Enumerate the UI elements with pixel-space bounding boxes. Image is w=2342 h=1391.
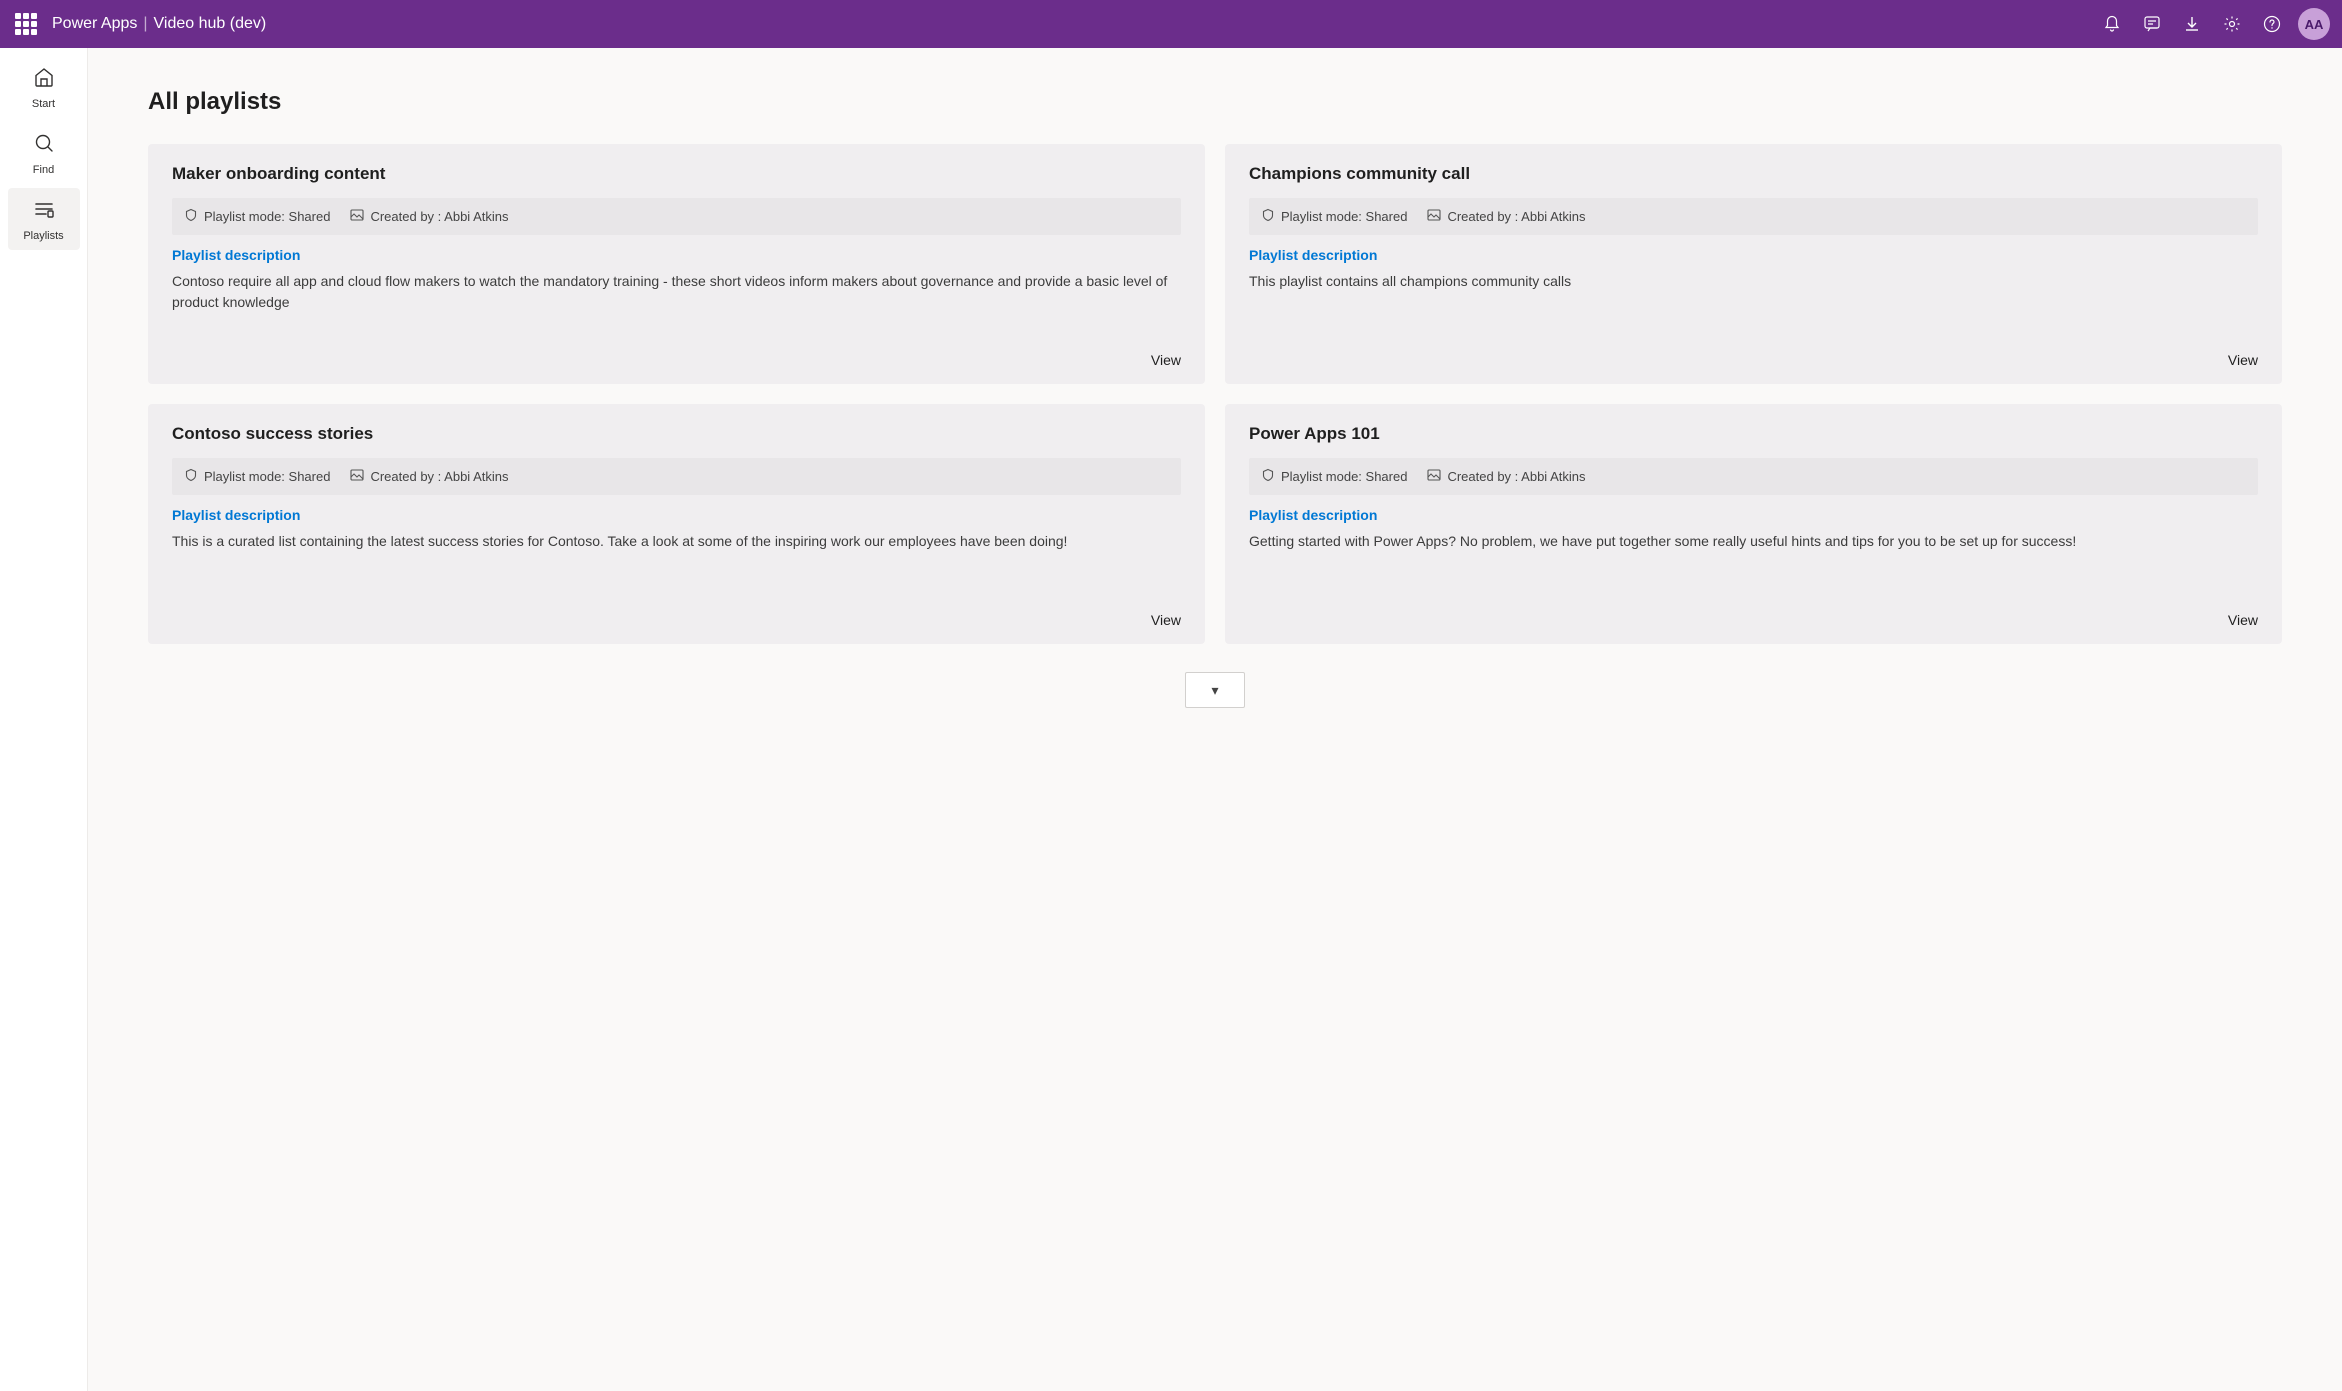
view-link-3[interactable]: View [1151,600,1181,628]
playlist-meta-2: Playlist mode: Shared Created by : Abbi … [1249,198,2258,235]
bottom-chevron-bar: ▾ [148,664,2282,716]
image-icon-3 [350,468,364,485]
playlist-desc-text-3: This is a curated list containing the la… [172,531,1181,600]
topbar: Power Apps | Video hub (dev) [0,0,2342,48]
app-name: Power Apps [52,15,137,33]
view-link-2[interactable]: View [2228,340,2258,368]
playlist-title-1: Maker onboarding content [172,164,1181,184]
view-link-4[interactable]: View [2228,600,2258,628]
playlist-creator-3: Created by : Abbi Atkins [350,468,508,485]
sidebar-label-start: Start [32,98,55,110]
sidebar: Start Find Playlists [0,48,88,1391]
playlist-mode-4: Playlist mode: Shared [1261,468,1407,485]
sidebar-item-start[interactable]: Start [8,56,80,118]
help-icon-btn[interactable] [2254,6,2290,42]
playlist-title-4: Power Apps 101 [1249,424,2258,444]
waffle-menu[interactable] [12,10,40,38]
sidebar-item-playlists[interactable]: Playlists [8,188,80,250]
app-title: Power Apps | Video hub (dev) [52,15,266,33]
image-icon-1 [350,208,364,225]
content-area: All playlists Maker onboarding content P… [88,48,2342,1391]
playlist-meta-3: Playlist mode: Shared Created by : Abbi … [172,458,1181,495]
search-icon [33,132,55,160]
playlist-mode-2: Playlist mode: Shared [1261,208,1407,225]
home-icon [33,66,55,94]
shield-icon-2 [1261,208,1275,225]
playlist-card-maker-onboarding: Maker onboarding content Playlist mode: … [148,144,1205,384]
image-icon-4 [1427,468,1441,485]
feedback-icon-btn[interactable] [2134,6,2170,42]
notification-icon [2103,15,2121,33]
playlist-desc-label-3[interactable]: Playlist description [172,507,1181,523]
avatar[interactable]: AA [2298,8,2330,40]
notification-icon-btn[interactable] [2094,6,2130,42]
playlist-creator-1: Created by : Abbi Atkins [350,208,508,225]
playlist-mode-1: Playlist mode: Shared [184,208,330,225]
playlist-creator-2: Created by : Abbi Atkins [1427,208,1585,225]
playlist-mode-3: Playlist mode: Shared [184,468,330,485]
avatar-initials: AA [2305,17,2324,32]
image-icon-2 [1427,208,1441,225]
playlist-desc-label-4[interactable]: Playlist description [1249,507,2258,523]
playlist-creator-4: Created by : Abbi Atkins [1427,468,1585,485]
playlist-meta-4: Playlist mode: Shared Created by : Abbi … [1249,458,2258,495]
playlists-grid: Maker onboarding content Playlist mode: … [148,144,2282,644]
app-subtitle: Video hub (dev) [154,15,267,33]
view-link-1[interactable]: View [1151,340,1181,368]
playlist-card-champions: Champions community call Playlist mode: … [1225,144,2282,384]
download-icon-btn[interactable] [2174,6,2210,42]
shield-icon-1 [184,208,198,225]
playlist-desc-text-1: Contoso require all app and cloud flow m… [172,271,1181,340]
playlist-card-powerapps101: Power Apps 101 Playlist mode: Shared Cre… [1225,404,2282,644]
sidebar-label-playlists: Playlists [23,230,63,242]
page-title: All playlists [148,88,2282,116]
playlist-desc-label-1[interactable]: Playlist description [172,247,1181,263]
playlist-desc-label-2[interactable]: Playlist description [1249,247,2258,263]
download-icon [2183,15,2201,33]
sidebar-label-find: Find [33,164,54,176]
scroll-down-button[interactable]: ▾ [1185,672,1245,708]
playlist-desc-text-2: This playlist contains all champions com… [1249,271,2258,340]
shield-icon-4 [1261,468,1275,485]
title-separator: | [143,15,147,33]
topbar-actions: AA [2094,6,2330,42]
sidebar-item-find[interactable]: Find [8,122,80,184]
shield-icon-3 [184,468,198,485]
settings-icon-btn[interactable] [2214,6,2250,42]
waffle-icon [15,13,37,35]
playlist-meta-1: Playlist mode: Shared Created by : Abbi … [172,198,1181,235]
feedback-icon [2143,15,2161,33]
settings-icon [2223,15,2241,33]
chevron-down-icon: ▾ [1211,682,1218,699]
help-icon [2263,15,2281,33]
playlist-title-3: Contoso success stories [172,424,1181,444]
main-area: Start Find Playlists All playlists [0,48,2342,1391]
playlist-title-2: Champions community call [1249,164,2258,184]
playlists-icon [33,198,55,226]
playlist-card-contoso: Contoso success stories Playlist mode: S… [148,404,1205,644]
playlist-desc-text-4: Getting started with Power Apps? No prob… [1249,531,2258,600]
